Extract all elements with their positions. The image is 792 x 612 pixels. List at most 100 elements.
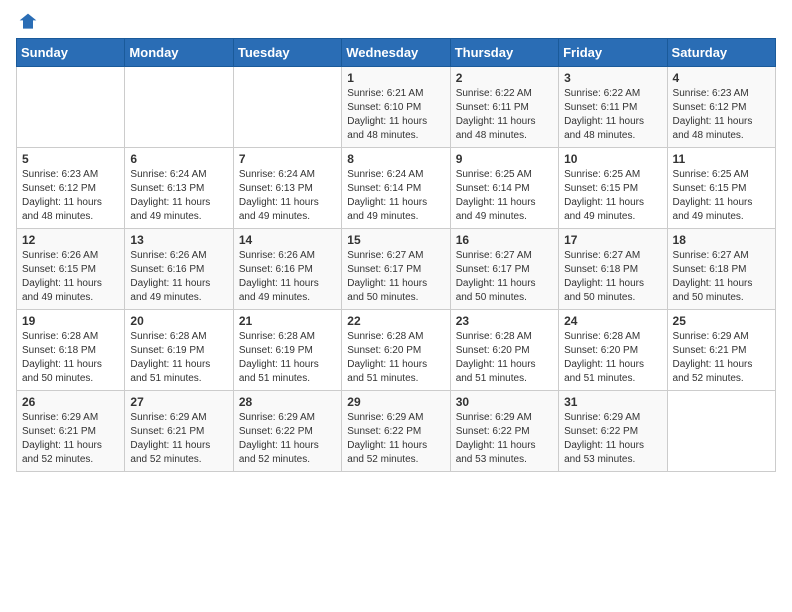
day-info: Sunrise: 6:22 AM Sunset: 6:11 PM Dayligh… — [456, 87, 553, 143]
day-number: 27 — [130, 395, 227, 409]
day-header-thursday: Thursday — [450, 39, 558, 67]
calendar-cell — [17, 67, 125, 148]
calendar-cell: 9Sunrise: 6:25 AM Sunset: 6:14 PM Daylig… — [450, 148, 558, 229]
day-number: 24 — [564, 314, 661, 328]
day-number: 28 — [239, 395, 336, 409]
day-number: 17 — [564, 233, 661, 247]
day-info: Sunrise: 6:24 AM Sunset: 6:14 PM Dayligh… — [347, 168, 444, 224]
day-number: 5 — [22, 152, 119, 166]
day-info: Sunrise: 6:27 AM Sunset: 6:18 PM Dayligh… — [673, 249, 770, 305]
day-header-sunday: Sunday — [17, 39, 125, 67]
day-info: Sunrise: 6:28 AM Sunset: 6:18 PM Dayligh… — [22, 330, 119, 386]
week-row-5: 26Sunrise: 6:29 AM Sunset: 6:21 PM Dayli… — [17, 391, 776, 472]
calendar-cell: 2 Sunrise: 6:22 AM Sunset: 6:11 PM Daylig… — [450, 67, 558, 148]
day-number: 7 — [239, 152, 336, 166]
week-row-4: 19 Sunrise: 6:28 AM Sunset: 6:18 PM Dayli… — [17, 310, 776, 391]
day-number: 16 — [456, 233, 553, 247]
calendar-cell: 8 Sunrise: 6:24 AM Sunset: 6:14 PM Daylig… — [342, 148, 450, 229]
logo — [16, 16, 38, 28]
day-info: Sunrise: 6:25 AM Sunset: 6:14 PM Dayligh… — [456, 168, 553, 224]
day-number: 15 — [347, 233, 444, 247]
calendar-cell: 18 Sunrise: 6:27 AM Sunset: 6:18 PM Dayli… — [667, 229, 775, 310]
page-header — [16, 16, 776, 28]
calendar-cell: 12 Sunrise: 6:26 AM Sunset: 6:15 PM Dayli… — [17, 229, 125, 310]
day-info: Sunrise: 6:29 AM Sunset: 6:21 PM Dayligh… — [130, 411, 227, 467]
calendar-cell — [667, 391, 775, 472]
day-number: 14 — [239, 233, 336, 247]
day-header-saturday: Saturday — [667, 39, 775, 67]
day-info: Sunrise: 6:29 AM Sunset: 6:22 PM Dayligh… — [347, 411, 444, 467]
day-number: 8 — [347, 152, 444, 166]
calendar-cell: 10 Sunrise: 6:25 AM Sunset: 6:15 PM Dayli… — [559, 148, 667, 229]
day-info: Sunrise: 6:24 AM Sunset: 6:13 PM Dayligh… — [239, 168, 336, 224]
calendar-cell: 6 Sunrise: 6:24 AM Sunset: 6:13 PM Daylig… — [125, 148, 233, 229]
day-info: Sunrise: 6:22 AM Sunset: 6:11 PM Dayligh… — [564, 87, 661, 143]
calendar-cell: 21 Sunrise: 6:28 AM Sunset: 6:19 PM Dayli… — [233, 310, 341, 391]
calendar-cell: 15Sunrise: 6:27 AM Sunset: 6:17 PM Dayli… — [342, 229, 450, 310]
day-number: 25 — [673, 314, 770, 328]
day-info: Sunrise: 6:23 AM Sunset: 6:12 PM Dayligh… — [22, 168, 119, 224]
day-info: Sunrise: 6:23 AM Sunset: 6:12 PM Dayligh… — [673, 87, 770, 143]
calendar-cell: 7 Sunrise: 6:24 AM Sunset: 6:13 PM Daylig… — [233, 148, 341, 229]
calendar-cell: 17 Sunrise: 6:27 AM Sunset: 6:18 PM Dayli… — [559, 229, 667, 310]
day-info: Sunrise: 6:28 AM Sunset: 6:20 PM Dayligh… — [347, 330, 444, 386]
calendar-table: SundayMondayTuesdayWednesdayThursdayFrid… — [16, 38, 776, 472]
calendar-cell: 5 Sunrise: 6:23 AM Sunset: 6:12 PM Daylig… — [17, 148, 125, 229]
calendar-cell: 28 Sunrise: 6:29 AM Sunset: 6:22 PM Dayli… — [233, 391, 341, 472]
day-info: Sunrise: 6:24 AM Sunset: 6:13 PM Dayligh… — [130, 168, 227, 224]
day-info: Sunrise: 6:29 AM Sunset: 6:21 PM Dayligh… — [22, 411, 119, 467]
day-number: 6 — [130, 152, 227, 166]
day-number: 23 — [456, 314, 553, 328]
day-info: Sunrise: 6:27 AM Sunset: 6:17 PM Dayligh… — [456, 249, 553, 305]
calendar-cell: 1Sunrise: 6:21 AM Sunset: 6:10 PM Daylig… — [342, 67, 450, 148]
calendar-cell: 25 Sunrise: 6:29 AM Sunset: 6:21 PM Dayli… — [667, 310, 775, 391]
week-row-1: 1Sunrise: 6:21 AM Sunset: 6:10 PM Daylig… — [17, 67, 776, 148]
day-number: 11 — [673, 152, 770, 166]
day-info: Sunrise: 6:25 AM Sunset: 6:15 PM Dayligh… — [564, 168, 661, 224]
calendar-cell: 3Sunrise: 6:22 AM Sunset: 6:11 PM Daylig… — [559, 67, 667, 148]
calendar-cell: 16 Sunrise: 6:27 AM Sunset: 6:17 PM Dayli… — [450, 229, 558, 310]
day-number: 18 — [673, 233, 770, 247]
day-info: Sunrise: 6:26 AM Sunset: 6:15 PM Dayligh… — [22, 249, 119, 305]
day-number: 20 — [130, 314, 227, 328]
day-number: 4 — [673, 71, 770, 85]
day-header-monday: Monday — [125, 39, 233, 67]
day-info: Sunrise: 6:27 AM Sunset: 6:18 PM Dayligh… — [564, 249, 661, 305]
day-number: 10 — [564, 152, 661, 166]
calendar-cell: 23 Sunrise: 6:28 AM Sunset: 6:20 PM Dayli… — [450, 310, 558, 391]
day-number: 12 — [22, 233, 119, 247]
day-header-friday: Friday — [559, 39, 667, 67]
calendar-cell: 11 Sunrise: 6:25 AM Sunset: 6:15 PM Dayli… — [667, 148, 775, 229]
day-number: 2 — [456, 71, 553, 85]
day-info: Sunrise: 6:29 AM Sunset: 6:22 PM Dayligh… — [239, 411, 336, 467]
day-info: Sunrise: 6:29 AM Sunset: 6:22 PM Dayligh… — [456, 411, 553, 467]
day-info: Sunrise: 6:28 AM Sunset: 6:20 PM Dayligh… — [564, 330, 661, 386]
day-info: Sunrise: 6:21 AM Sunset: 6:10 PM Dayligh… — [347, 87, 444, 143]
calendar-cell: 20 Sunrise: 6:28 AM Sunset: 6:19 PM Dayli… — [125, 310, 233, 391]
calendar-cell: 22Sunrise: 6:28 AM Sunset: 6:20 PM Dayli… — [342, 310, 450, 391]
day-info: Sunrise: 6:28 AM Sunset: 6:19 PM Dayligh… — [130, 330, 227, 386]
calendar-cell: 27 Sunrise: 6:29 AM Sunset: 6:21 PM Dayli… — [125, 391, 233, 472]
day-number: 21 — [239, 314, 336, 328]
calendar-cell: 19 Sunrise: 6:28 AM Sunset: 6:18 PM Dayli… — [17, 310, 125, 391]
day-number: 29 — [347, 395, 444, 409]
calendar-cell: 13Sunrise: 6:26 AM Sunset: 6:16 PM Dayli… — [125, 229, 233, 310]
day-header-wednesday: Wednesday — [342, 39, 450, 67]
logo-icon — [18, 12, 38, 32]
calendar-cell — [233, 67, 341, 148]
calendar-cell: 30Sunrise: 6:29 AM Sunset: 6:22 PM Dayli… — [450, 391, 558, 472]
day-info: Sunrise: 6:26 AM Sunset: 6:16 PM Dayligh… — [239, 249, 336, 305]
day-info: Sunrise: 6:28 AM Sunset: 6:19 PM Dayligh… — [239, 330, 336, 386]
day-info: Sunrise: 6:29 AM Sunset: 6:21 PM Dayligh… — [673, 330, 770, 386]
day-info: Sunrise: 6:29 AM Sunset: 6:22 PM Dayligh… — [564, 411, 661, 467]
day-number: 19 — [22, 314, 119, 328]
day-info: Sunrise: 6:28 AM Sunset: 6:20 PM Dayligh… — [456, 330, 553, 386]
calendar-cell: 24 Sunrise: 6:28 AM Sunset: 6:20 PM Dayli… — [559, 310, 667, 391]
day-number: 13 — [130, 233, 227, 247]
calendar-cell: 31Sunrise: 6:29 AM Sunset: 6:22 PM Dayli… — [559, 391, 667, 472]
week-row-3: 12 Sunrise: 6:26 AM Sunset: 6:15 PM Dayli… — [17, 229, 776, 310]
calendar-cell: 4 Sunrise: 6:23 AM Sunset: 6:12 PM Daylig… — [667, 67, 775, 148]
calendar-body: 1Sunrise: 6:21 AM Sunset: 6:10 PM Daylig… — [17, 67, 776, 472]
day-info: Sunrise: 6:25 AM Sunset: 6:15 PM Dayligh… — [673, 168, 770, 224]
day-header-tuesday: Tuesday — [233, 39, 341, 67]
